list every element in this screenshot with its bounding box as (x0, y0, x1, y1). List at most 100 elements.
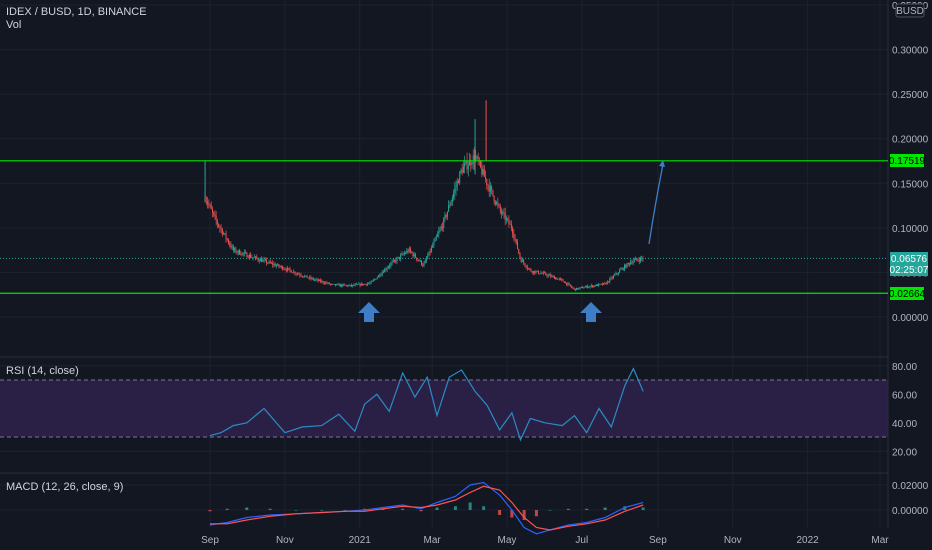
candle-body (294, 271, 296, 274)
macd-histogram-bar (548, 510, 552, 511)
candle-body (547, 274, 549, 276)
candle-body (430, 247, 432, 252)
candle-body (327, 282, 329, 284)
chart-canvas[interactable]: SepNov2021MarMayJulSepNov2022Mar0.350000… (0, 0, 932, 550)
candle-body (236, 252, 238, 254)
candle-body (552, 276, 554, 277)
candle-body (298, 273, 300, 275)
candle-body (445, 215, 447, 217)
candle-body (334, 284, 336, 286)
candle-body (386, 268, 388, 270)
candle-body (526, 267, 528, 269)
candle-body (596, 284, 598, 286)
candle-body (374, 279, 376, 280)
candle-body (555, 278, 557, 279)
candle-body (288, 268, 290, 269)
macd-tick-label: 0.02000 (892, 481, 929, 492)
candle-body (221, 229, 223, 235)
candle-body (408, 248, 410, 252)
last-price-value: 0.06576 (891, 254, 928, 265)
candle-body (403, 253, 405, 255)
candle-body (583, 287, 585, 289)
candle-body (332, 283, 334, 285)
candle-body (460, 170, 462, 172)
candle-body (427, 255, 429, 259)
candle-body (421, 260, 423, 265)
candle-body (358, 283, 360, 285)
currency-badge-label: BUSD (896, 6, 924, 17)
candle-body (548, 274, 550, 276)
candle-body (371, 280, 373, 282)
candle-body (485, 176, 487, 179)
candle-body (296, 273, 298, 275)
candle-body (325, 282, 327, 284)
candle-body (459, 171, 461, 184)
candle-body (331, 283, 333, 285)
candle-body (569, 284, 571, 287)
candle-body (392, 260, 394, 262)
candle-body (612, 275, 614, 279)
candle-body (534, 270, 536, 274)
candle-body (530, 269, 532, 272)
candle-body (609, 278, 611, 282)
x-tick-label: 2021 (349, 535, 372, 546)
candle-body (620, 269, 622, 271)
candle-body (502, 212, 504, 214)
candle-body (608, 281, 610, 283)
candle-body (207, 201, 209, 204)
macd-histogram-bar (641, 507, 645, 510)
candle-body (432, 245, 434, 248)
rsi-tick-label: 40.00 (892, 419, 917, 430)
candle-body (637, 259, 639, 261)
candle-body (305, 275, 307, 277)
candle-body (363, 283, 365, 285)
candle-body (419, 260, 421, 262)
candle-body (285, 269, 287, 271)
candle-body (453, 193, 455, 198)
candle-body (610, 277, 612, 279)
candle-body (514, 237, 516, 240)
candle-body (389, 265, 391, 267)
candle-body (580, 287, 582, 288)
candle-body (390, 263, 392, 266)
candle-body (497, 202, 499, 205)
candle-body (582, 287, 584, 289)
candle-body (579, 287, 581, 289)
candle-body (462, 166, 464, 174)
candle-body (461, 170, 463, 174)
candle-body (417, 259, 419, 261)
candle-body (626, 263, 628, 268)
candle-body (504, 213, 506, 220)
candle-body (435, 236, 437, 239)
candle-body (231, 246, 233, 248)
candle-body (567, 283, 569, 285)
chart-background (0, 0, 932, 550)
currency-badge[interactable]: BUSD (895, 3, 925, 18)
candle-body (437, 234, 439, 237)
candle-body (480, 160, 482, 167)
candle-body (488, 185, 490, 192)
candle-body (619, 270, 621, 273)
macd-histogram-bar (320, 510, 324, 511)
candle-body (573, 288, 575, 289)
candle-body (599, 284, 601, 285)
candle-body (614, 274, 616, 276)
candle-body (638, 260, 640, 262)
candle-body (250, 254, 252, 258)
candle-body (240, 254, 242, 256)
candle-body (624, 265, 626, 270)
candle-body (411, 251, 413, 253)
candle-body (584, 286, 586, 288)
candle-body (273, 264, 275, 265)
candle-body (428, 251, 430, 256)
candle-body (412, 252, 414, 257)
candle-body (214, 214, 216, 217)
candle-body (464, 163, 466, 167)
candle-body (248, 254, 250, 258)
candle-body (483, 169, 485, 177)
candle-body (347, 285, 349, 287)
candle-body (211, 209, 213, 213)
macd-histogram-bar (534, 510, 538, 517)
candle-body (216, 220, 218, 224)
candle-body (589, 286, 591, 287)
